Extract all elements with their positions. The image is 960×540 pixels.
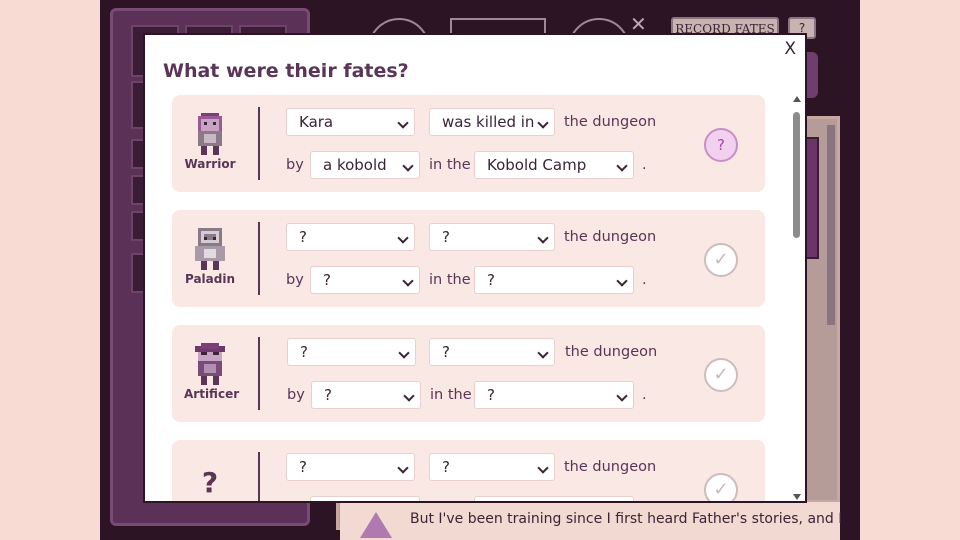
- hero-name-select[interactable]: Kara: [286, 108, 415, 136]
- select-value: ?: [442, 228, 450, 246]
- the-dungeon-label: the dungeon: [564, 114, 657, 130]
- killer-select[interactable]: ?: [311, 381, 421, 409]
- chevron-down-icon: [397, 462, 409, 474]
- in-the-label: in the: [429, 157, 471, 173]
- fate-select[interactable]: ?: [429, 223, 555, 251]
- hero-portrait: Paladin: [184, 224, 236, 294]
- select-value: ?: [442, 343, 450, 361]
- scroll-down-arrow-icon[interactable]: [793, 494, 801, 500]
- hero-class-label: Artificer: [184, 387, 240, 401]
- by-label: by: [287, 387, 305, 403]
- hero-name-select[interactable]: ?: [286, 223, 415, 251]
- chevron-down-icon: [616, 160, 628, 172]
- select-value: was killed in: [442, 113, 535, 131]
- select-value: a kobold: [323, 156, 387, 174]
- unknown-hero-label: ?: [201, 466, 219, 499]
- hero-portrait: Warrior: [184, 109, 236, 179]
- dialogue-box[interactable]: But I've been training since I first hea…: [340, 500, 843, 540]
- location-select[interactable]: ?: [474, 266, 634, 294]
- the-dungeon-label: the dungeon: [565, 344, 658, 360]
- chevron-down-icon: [616, 275, 628, 287]
- fate-select[interactable]: ?: [429, 453, 555, 481]
- fate-select[interactable]: was killed in: [429, 108, 555, 136]
- select-value: Kobold Camp: [487, 156, 587, 174]
- card-divider: [258, 452, 260, 501]
- select-value: Kara: [299, 113, 334, 131]
- check-icon[interactable]: ✓: [704, 358, 738, 392]
- question-icon[interactable]: ?: [704, 128, 738, 162]
- dialogue-text: But I've been training since I first hea…: [410, 511, 843, 527]
- artificer-sprite-icon: [195, 343, 225, 385]
- period-label: .: [642, 157, 647, 173]
- select-value: ?: [299, 458, 307, 476]
- speaker-portrait: [360, 512, 392, 538]
- chevron-down-icon: [398, 347, 410, 359]
- killer-select[interactable]: [310, 496, 420, 501]
- chevron-down-icon: [402, 160, 414, 172]
- hero-class-label: Paladin: [184, 272, 236, 286]
- chevron-down-icon: [616, 390, 628, 402]
- chevron-down-icon: [403, 390, 415, 402]
- the-dungeon-label: the dungeon: [564, 229, 657, 245]
- select-value: ?: [487, 271, 495, 289]
- hero-portrait: ?: [184, 454, 236, 501]
- select-value: ?: [487, 386, 495, 404]
- chevron-down-icon: [537, 117, 549, 129]
- close-icon[interactable]: ✕: [630, 14, 647, 34]
- story-scrollbar[interactable]: [827, 125, 835, 325]
- select-value: ?: [324, 386, 332, 404]
- location-select[interactable]: ?: [474, 381, 634, 409]
- fates-dialog: X What were their fates? Warrior Kara wa…: [143, 33, 807, 503]
- check-icon[interactable]: ✓: [704, 243, 738, 277]
- chevron-down-icon: [397, 232, 409, 244]
- paladin-sprite-icon: [195, 228, 225, 270]
- card-divider: [258, 337, 260, 410]
- period-label: .: [642, 272, 647, 288]
- fate-select[interactable]: ?: [429, 338, 555, 366]
- location-select[interactable]: Kobold Camp: [474, 151, 634, 179]
- fate-card-warrior: Warrior Kara was killed in the dungeon b…: [172, 95, 765, 192]
- hero-portrait: Artificer: [184, 339, 240, 409]
- by-label: by: [286, 272, 304, 288]
- hero-name-select[interactable]: ?: [286, 453, 415, 481]
- scroll-up-arrow-icon[interactable]: [793, 96, 801, 102]
- scroll-thumb[interactable]: [793, 112, 800, 238]
- chevron-down-icon: [537, 347, 549, 359]
- killer-select[interactable]: ?: [310, 266, 420, 294]
- select-value: ?: [442, 458, 450, 476]
- select-value: ?: [299, 228, 307, 246]
- fate-card-artificer: Artificer ? ? the dungeon by ? in the ?: [172, 325, 765, 422]
- in-the-label: in the: [430, 387, 472, 403]
- hero-class-label: Warrior: [184, 157, 236, 171]
- hero-name-select[interactable]: ?: [287, 338, 416, 366]
- select-value: ?: [300, 343, 308, 361]
- chevron-down-icon: [537, 232, 549, 244]
- dialog-scrollbar[interactable]: [791, 95, 803, 501]
- location-select[interactable]: [474, 496, 634, 501]
- dialog-title: What were their fates?: [163, 60, 409, 82]
- warrior-sprite-icon: [198, 113, 222, 155]
- chevron-down-icon: [402, 275, 414, 287]
- period-label: .: [642, 387, 647, 403]
- fate-card-paladin: Paladin ? ? the dungeon by ? in the ? . …: [172, 210, 765, 307]
- by-label: by: [286, 157, 304, 173]
- close-icon[interactable]: X: [784, 39, 796, 59]
- check-icon[interactable]: ✓: [704, 473, 738, 501]
- chevron-down-icon: [397, 117, 409, 129]
- chevron-down-icon: [537, 462, 549, 474]
- fate-list: Warrior Kara was killed in the dungeon b…: [172, 95, 766, 501]
- in-the-label: in the: [429, 272, 471, 288]
- card-divider: [258, 107, 260, 180]
- card-divider: [258, 222, 260, 295]
- select-value: ?: [323, 271, 331, 289]
- killer-select[interactable]: a kobold: [310, 151, 420, 179]
- fate-card-unknown: ? ? ? the dungeon ✓: [172, 440, 765, 501]
- the-dungeon-label: the dungeon: [564, 459, 657, 475]
